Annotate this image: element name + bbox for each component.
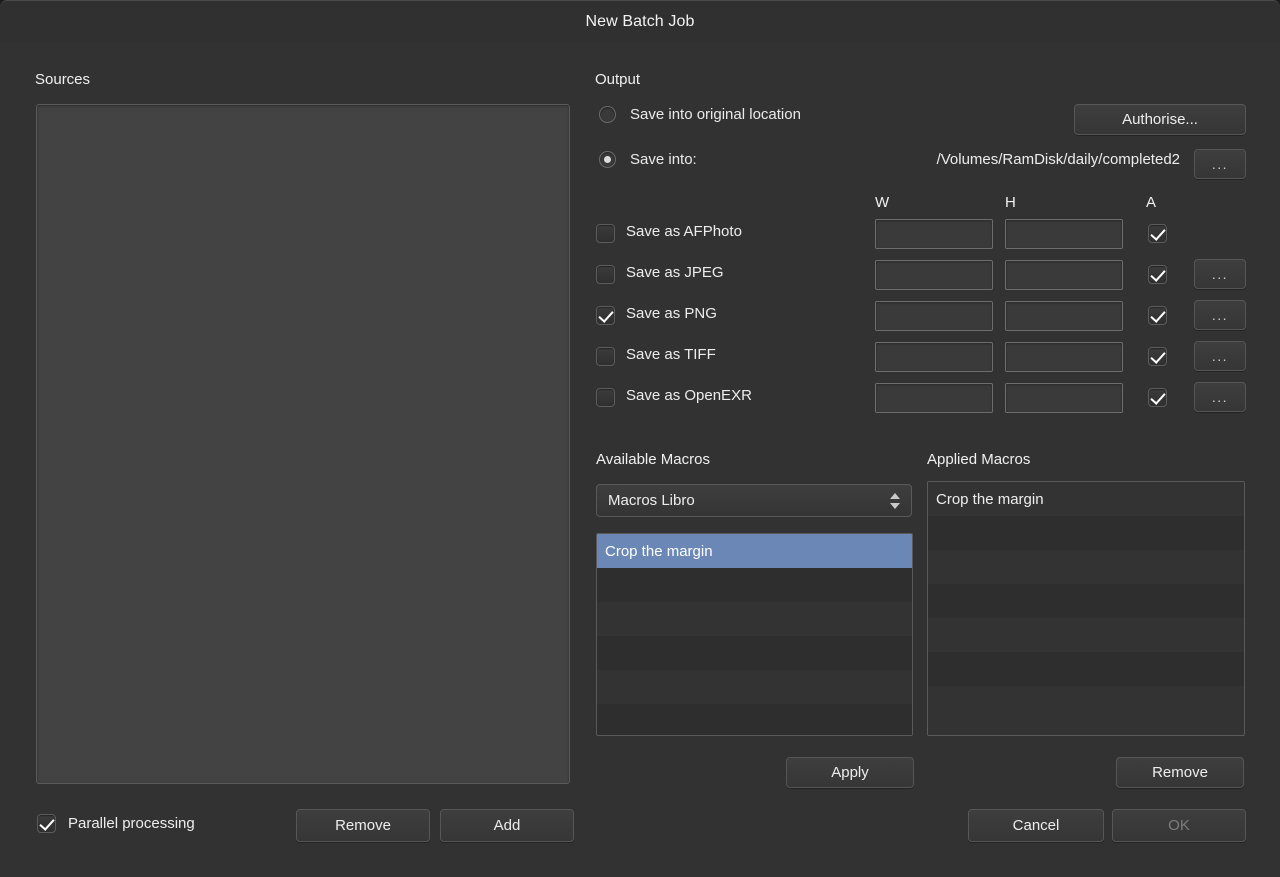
height-input[interactable]: [1005, 219, 1123, 249]
alpha-checkbox[interactable]: [1148, 265, 1167, 284]
applied-macros-label: Applied Macros: [927, 451, 1031, 468]
remove-macro-button[interactable]: Remove: [1116, 757, 1244, 788]
format-row: Save as OpenEXR...: [596, 382, 1246, 414]
list-item-empty[interactable]: [597, 670, 912, 704]
radio-label-save-into: Save into:: [630, 151, 697, 168]
height-input[interactable]: [1005, 260, 1123, 290]
list-item[interactable]: Crop the margin: [928, 482, 1244, 516]
parallel-processing-row[interactable]: Parallel processing: [37, 814, 195, 833]
column-header-height: H: [1005, 194, 1016, 211]
chevron-down-icon: [890, 502, 900, 509]
format-options-button[interactable]: ...: [1194, 382, 1246, 412]
width-input[interactable]: [875, 301, 993, 331]
list-item-empty[interactable]: [928, 516, 1244, 550]
parallel-processing-checkbox[interactable]: [37, 814, 56, 833]
sources-list[interactable]: [36, 104, 570, 784]
height-input[interactable]: [1005, 301, 1123, 331]
format-row: Save as TIFF...: [596, 341, 1246, 373]
format-checkbox[interactable]: [596, 224, 615, 243]
format-label: Save as JPEG: [626, 264, 724, 281]
format-label: Save as AFPhoto: [626, 223, 742, 240]
list-item-empty[interactable]: [928, 550, 1244, 584]
format-checkbox[interactable]: [596, 347, 615, 366]
column-header-width: W: [875, 194, 890, 211]
remove-source-button[interactable]: Remove: [296, 809, 430, 842]
browse-path-button[interactable]: ...: [1194, 149, 1246, 179]
macro-library-select[interactable]: Macros Libro: [596, 484, 912, 517]
format-checkbox[interactable]: [596, 265, 615, 284]
column-header-alpha: A: [1146, 194, 1157, 211]
list-item-empty[interactable]: [597, 602, 912, 636]
height-input[interactable]: [1005, 342, 1123, 372]
window-title: New Batch Job: [585, 13, 695, 30]
macro-library-value: Macros Libro: [608, 492, 695, 509]
output-label: Output: [595, 71, 641, 88]
radio-save-into[interactable]: Save into:: [599, 151, 697, 168]
radio-icon-save-into: [599, 151, 616, 168]
format-checkbox[interactable]: [596, 388, 615, 407]
list-item-empty[interactable]: [597, 704, 912, 735]
format-row: Save as PNG...: [596, 300, 1246, 332]
available-macros-label: Available Macros: [596, 451, 710, 468]
save-path-value: /Volumes/RamDisk/daily/completed2: [936, 151, 1180, 168]
apply-macro-button[interactable]: Apply: [786, 757, 914, 788]
format-checkbox[interactable]: [596, 306, 615, 325]
format-label: Save as TIFF: [626, 346, 716, 363]
authorise-button[interactable]: Authorise...: [1074, 104, 1246, 135]
titlebar: New Batch Job: [0, 1, 1280, 43]
new-batch-job-dialog: New Batch Job Sources Output Save into o…: [0, 0, 1280, 877]
width-input[interactable]: [875, 342, 993, 372]
radio-save-original-location[interactable]: Save into original location: [599, 106, 801, 123]
width-input[interactable]: [875, 383, 993, 413]
add-source-button[interactable]: Add: [440, 809, 574, 842]
format-label: Save as OpenEXR: [626, 387, 752, 404]
alpha-checkbox[interactable]: [1148, 347, 1167, 366]
ok-button[interactable]: OK: [1112, 809, 1246, 842]
format-options-button[interactable]: ...: [1194, 300, 1246, 330]
alpha-checkbox[interactable]: [1148, 224, 1167, 243]
parallel-processing-label: Parallel processing: [68, 815, 195, 832]
list-item-empty[interactable]: [928, 584, 1244, 618]
radio-label-save-original: Save into original location: [630, 106, 801, 123]
alpha-checkbox[interactable]: [1148, 388, 1167, 407]
list-item-empty[interactable]: [928, 686, 1244, 720]
sources-label: Sources: [35, 71, 91, 88]
format-row: Save as AFPhoto: [596, 218, 1246, 250]
chevron-up-icon: [890, 492, 900, 499]
list-item-empty[interactable]: [597, 568, 912, 602]
stepper-icon[interactable]: [890, 492, 900, 509]
format-row: Save as JPEG...: [596, 259, 1246, 291]
list-item-empty[interactable]: [597, 636, 912, 670]
list-item[interactable]: Crop the margin: [597, 534, 912, 568]
radio-icon-save-original: [599, 106, 616, 123]
format-label: Save as PNG: [626, 305, 717, 322]
format-options-button[interactable]: ...: [1194, 341, 1246, 371]
applied-macros-list[interactable]: Crop the margin: [927, 481, 1245, 736]
alpha-checkbox[interactable]: [1148, 306, 1167, 325]
available-macros-list[interactable]: Crop the margin: [596, 533, 913, 736]
width-input[interactable]: [875, 219, 993, 249]
height-input[interactable]: [1005, 383, 1123, 413]
cancel-button[interactable]: Cancel: [968, 809, 1104, 842]
width-input[interactable]: [875, 260, 993, 290]
list-item-empty[interactable]: [928, 652, 1244, 686]
format-options-button[interactable]: ...: [1194, 259, 1246, 289]
list-item-empty[interactable]: [928, 618, 1244, 652]
